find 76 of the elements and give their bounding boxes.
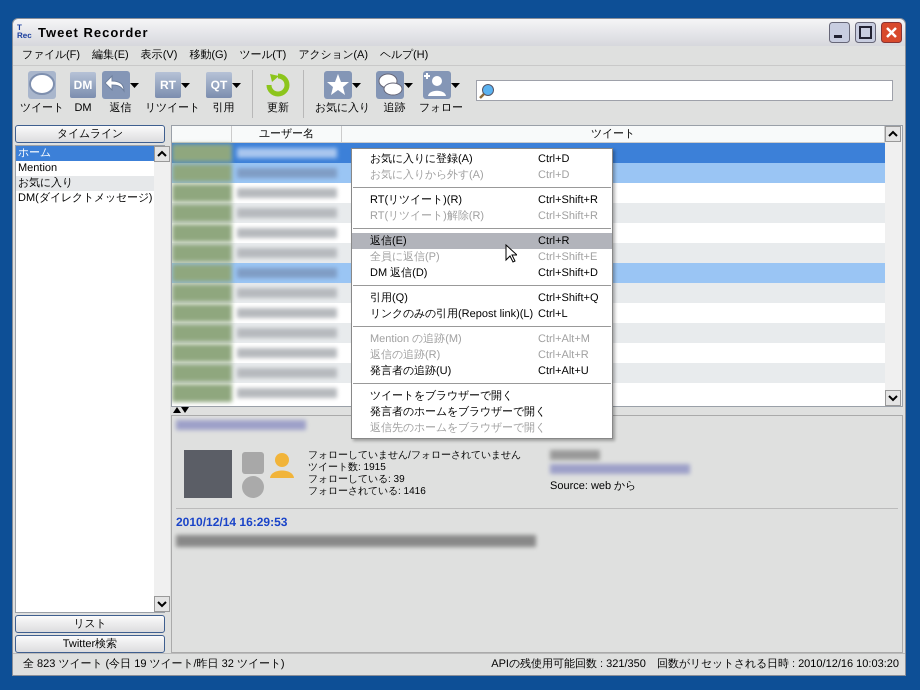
toolbar-button[interactable]: お気に入り: [312, 70, 373, 116]
toolbar-button[interactable]: 返信: [99, 70, 142, 116]
menu-item[interactable]: ツイートをブラウザーで開く: [352, 388, 612, 404]
toolbar-button[interactable]: 更新: [261, 70, 295, 116]
scrollbar[interactable]: [885, 126, 902, 406]
refresh-icon: [264, 71, 292, 99]
toolbar-button[interactable]: フォロー: [416, 70, 466, 116]
avatar-placeholder: [172, 184, 232, 202]
avatar-placeholder: [172, 224, 232, 242]
photo-placeholder: [184, 450, 232, 498]
profile-stat: フォローしている: 39: [308, 474, 406, 486]
avatar-placeholder: [172, 144, 232, 162]
menu-item[interactable]: 返信(E) Ctrl+R: [352, 233, 612, 249]
scroll-down-icon: [154, 596, 170, 612]
maximize-icon: [855, 22, 876, 43]
dm-icon: DM: [70, 72, 96, 98]
menu-item[interactable]: ヘルプ(H): [375, 47, 434, 64]
source-text: Source: web から: [550, 479, 638, 494]
menu-item[interactable]: ツール(T): [234, 47, 292, 64]
toolbar-button[interactable]: QT 引用: [203, 70, 244, 116]
status-text: APIの残使用可能回数 : 321/350 回数がリセットされる日時 : 2010/12/16 10:03:20: [491, 657, 899, 672]
window-title: Tweet Recorder: [38, 24, 150, 42]
menu-item[interactable]: アクション(A): [293, 47, 373, 64]
menu-item[interactable]: 引用(Q) Ctrl+Shift+Q: [352, 290, 612, 306]
scrollbar[interactable]: [154, 146, 170, 612]
close-icon: [881, 22, 902, 43]
avatar-placeholder: [172, 344, 232, 362]
tweet-date: 2010/12/14 16:29:53: [176, 514, 288, 531]
status-text: 全 823 ツイート (今日 19 ツイート/昨日 32 ツイート): [23, 657, 285, 672]
search-field[interactable]: [476, 80, 893, 101]
blurred-name: [550, 450, 600, 460]
qt-icon: QT: [206, 72, 232, 98]
mouse-cursor-icon: [505, 244, 517, 263]
list-item[interactable]: お気に入り: [16, 176, 154, 191]
menu-item[interactable]: お気に入りに登録(A) Ctrl+D: [352, 151, 612, 167]
list-item[interactable]: ホーム: [16, 146, 154, 161]
scroll-up-icon: [885, 126, 901, 142]
splitter-arrows-icon: [171, 407, 191, 413]
avatar-placeholder: [172, 324, 232, 342]
menu-item[interactable]: RT(リツイート)(R) Ctrl+Shift+R: [352, 192, 612, 208]
avatar-placeholder: [172, 244, 232, 262]
person-plus-icon: [422, 71, 450, 99]
speech-bubbles-icon: [376, 71, 404, 99]
list-item[interactable]: Mention: [16, 161, 154, 176]
avatar-placeholder: [172, 304, 232, 322]
avatar-placeholder: [172, 384, 232, 402]
avatar-placeholder: [172, 284, 232, 302]
column-header[interactable]: ユーザー名: [232, 126, 342, 142]
profile-stat: フォローしていません/フォローされていません: [308, 450, 522, 462]
panel-button[interactable]: リスト: [15, 615, 165, 633]
avatar-placeholder: [172, 264, 232, 282]
speech-bubble-icon: [28, 71, 56, 99]
menu-item[interactable]: 移動(G): [184, 47, 232, 64]
search-icon: [479, 82, 495, 98]
timeline-button[interactable]: タイムライン: [15, 125, 165, 143]
panel-button[interactable]: Twitter検索: [15, 635, 165, 653]
rt-icon: RT: [155, 72, 181, 98]
toolbar-button[interactable]: ツイート: [17, 70, 67, 116]
menu-item[interactable]: リンクのみの引用(Repost link)(L) Ctrl+L: [352, 306, 612, 322]
scroll-down-icon: [885, 390, 901, 406]
menu-item[interactable]: ファイル(F): [17, 47, 86, 64]
toolbar-button[interactable]: DM DM: [67, 70, 99, 116]
menu-item[interactable]: 発言者のホームをブラウザーで開く: [352, 404, 612, 420]
menu-item[interactable]: 表示(V): [136, 47, 182, 64]
avatar-placeholder: [172, 364, 232, 382]
minimize-icon: [829, 22, 850, 43]
app-logo: T Rec: [17, 24, 33, 42]
profile-stat: ツイート数: 1915: [308, 462, 387, 474]
profile-stat: フォローされている: 1416: [308, 486, 427, 498]
toolbar-button[interactable]: RT リツイート: [142, 70, 203, 116]
menu-item[interactable]: 編集(E): [87, 47, 134, 64]
avatar-placeholder: [172, 164, 232, 182]
toolbar-button[interactable]: 追跡: [373, 70, 416, 116]
scroll-up-icon: [154, 146, 170, 162]
avatar-placeholder: [172, 204, 232, 222]
list-item[interactable]: DM(ダイレクトメッセージ): [16, 191, 154, 206]
